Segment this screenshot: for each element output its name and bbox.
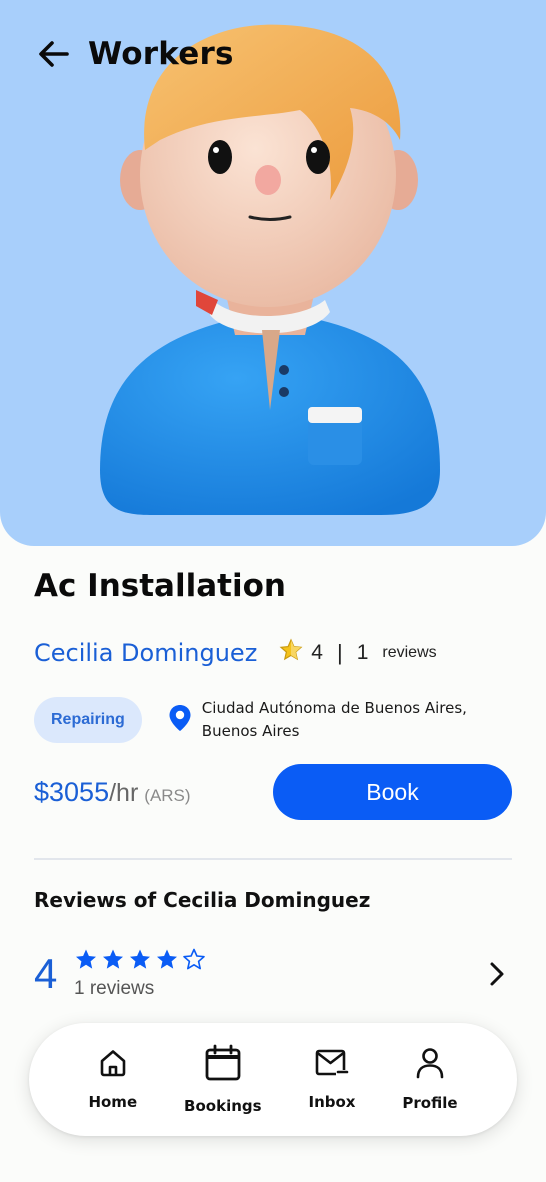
meta-row: Repairing Ciudad Autónoma de Buenos Aire… (34, 697, 512, 743)
reviews-title: Reviews of Cecilia Dominguez (34, 888, 371, 912)
nav-home-label: Home (88, 1093, 138, 1111)
bottom-nav: Home Bookings Inbox Profile (29, 1023, 517, 1136)
review-count: 1 (356, 640, 369, 664)
nav-profile-label: Profile (402, 1094, 458, 1112)
price-amount: $3055 (34, 776, 110, 807)
price: $3055 /hr (ARS) (34, 777, 191, 808)
page-title: Workers (88, 36, 234, 72)
star-filled-icon (101, 948, 125, 976)
star-filled-icon (128, 948, 152, 976)
category-chip: Repairing (34, 697, 142, 743)
reviews-summary[interactable]: 4 1 reviews (34, 944, 512, 1004)
nav-bookings[interactable]: Bookings (184, 1044, 262, 1115)
rating-separator: | (336, 639, 343, 665)
nav-inbox[interactable]: Inbox (308, 1048, 355, 1111)
worker-info-row: Cecilia Dominguez 4 | 1 reviews (34, 638, 512, 667)
top-bar: Workers (34, 34, 234, 74)
worker-hero-image (0, 0, 546, 546)
price-row: $3055 /hr (ARS) Book (34, 764, 512, 820)
arrow-left-icon[interactable] (34, 34, 74, 74)
nav-home[interactable]: Home (88, 1048, 137, 1111)
user-icon (415, 1047, 445, 1084)
price-unit: /hr (109, 778, 139, 807)
mail-icon (314, 1048, 350, 1083)
rating-value: 4 (311, 640, 323, 664)
location: Ciudad Autónoma de Buenos Aires, Buenos … (168, 697, 467, 743)
location-text: Ciudad Autónoma de Buenos Aires, Buenos … (202, 697, 467, 743)
nav-profile[interactable]: Profile (402, 1047, 458, 1112)
star-empty-icon (182, 948, 206, 976)
star-filled-icon (74, 948, 98, 976)
stars-block: 1 reviews (74, 948, 206, 1000)
calendar-icon (204, 1044, 242, 1087)
chevron-right-icon[interactable] (482, 959, 512, 989)
worker-name-link[interactable]: Cecilia Dominguez (34, 639, 257, 667)
book-button[interactable]: Book (273, 764, 512, 820)
price-currency: (ARS) (144, 785, 191, 805)
worker-avatar-illustration (100, 24, 440, 515)
divider (34, 858, 512, 860)
review-word: reviews (382, 643, 437, 661)
location-line2: Buenos Aires (201, 722, 300, 740)
home-icon (98, 1048, 128, 1083)
service-title: Ac Installation (34, 568, 286, 604)
reviews-count-text: 1 reviews (74, 978, 155, 999)
nav-inbox-label: Inbox (308, 1093, 356, 1111)
nav-bookings-label: Bookings (184, 1097, 262, 1115)
review-score: 4 (34, 950, 58, 997)
location-line1: Ciudad Autónoma de Buenos Aires, (201, 699, 467, 717)
star-icon (279, 638, 303, 667)
star-filled-icon (155, 948, 179, 976)
star-rating (74, 948, 206, 976)
worker-rating: 4 | 1 reviews (279, 638, 437, 667)
map-pin-icon (168, 704, 192, 737)
